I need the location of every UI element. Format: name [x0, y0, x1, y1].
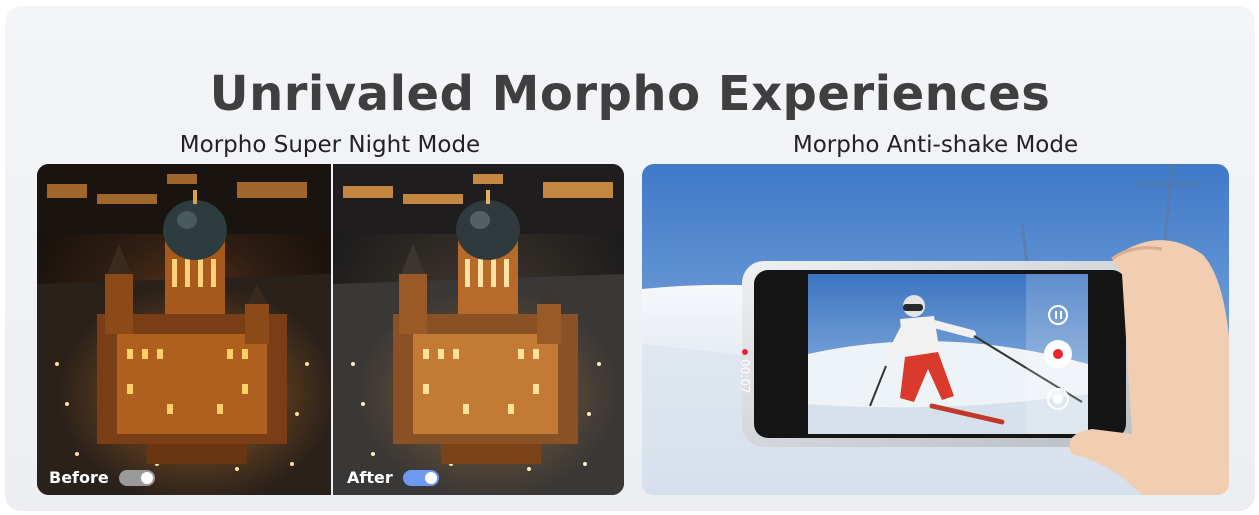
- before-label: Before: [49, 468, 109, 487]
- night-mode-comparison: Before After: [37, 164, 624, 495]
- after-toggle-group: After: [347, 468, 439, 487]
- night-city-photo-after: [333, 164, 624, 495]
- record-icon[interactable]: [1044, 340, 1072, 368]
- pause-icon[interactable]: [1048, 305, 1068, 325]
- feature-banner: Unrivaled Morpho Experiences Morpho Supe…: [5, 6, 1255, 511]
- toggle-knob: [140, 471, 153, 484]
- anti-shake-title: Morpho Anti-shake Mode: [792, 132, 1079, 158]
- after-label: After: [347, 468, 393, 487]
- shutter-icon[interactable]: [1047, 388, 1069, 410]
- recording-timer: 00:07: [738, 349, 752, 394]
- page-title: Unrivaled Morpho Experiences: [209, 66, 1051, 122]
- recording-time: 00:07: [738, 359, 752, 394]
- before-toggle[interactable]: [118, 469, 155, 486]
- after-image: After: [333, 164, 624, 495]
- ski-scene-photo: [642, 164, 1229, 495]
- before-toggle-group: Before: [49, 468, 155, 487]
- toggle-knob: [424, 471, 437, 484]
- night-city-photo-before: [37, 164, 331, 495]
- night-mode-title: Morpho Super Night Mode: [179, 132, 481, 158]
- recording-dot-icon: [742, 349, 748, 355]
- anti-shake-scene: 00:07: [642, 164, 1229, 495]
- after-toggle[interactable]: [402, 469, 439, 486]
- before-image: Before: [37, 164, 331, 495]
